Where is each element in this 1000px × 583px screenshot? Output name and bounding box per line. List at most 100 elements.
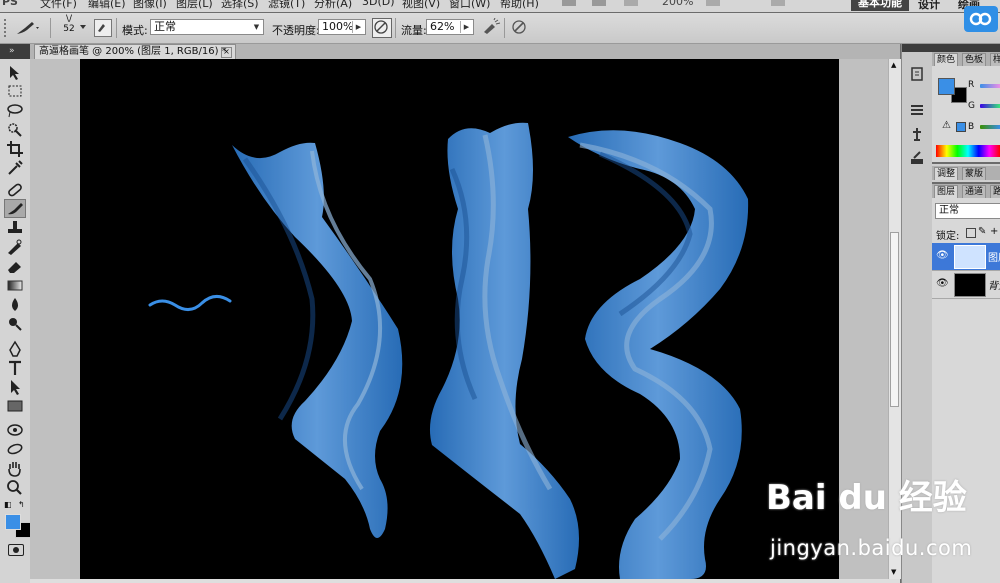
default-colors-icon[interactable]: ◧ bbox=[4, 500, 12, 509]
document-canvas[interactable] bbox=[80, 59, 839, 579]
tab-styles[interactable]: 样 bbox=[990, 53, 1000, 66]
history-panel-icon[interactable] bbox=[909, 66, 925, 85]
menu-select[interactable]: 选择(S) bbox=[221, 0, 259, 11]
layer-name[interactable]: 背景 bbox=[988, 277, 1000, 292]
crop-tool-icon[interactable] bbox=[4, 139, 26, 158]
channel-b-slider[interactable] bbox=[980, 125, 1000, 129]
dock-header[interactable] bbox=[902, 44, 932, 52]
pressure-size-icon[interactable] bbox=[510, 18, 528, 39]
brush-preset-icon[interactable] bbox=[14, 19, 40, 40]
pen-tool-icon[interactable] bbox=[4, 340, 26, 359]
screen-mode-icon[interactable] bbox=[706, 0, 720, 6]
foreground-color-swatch[interactable] bbox=[5, 514, 21, 530]
brush-panel-icon[interactable] bbox=[909, 102, 925, 121]
extras-icon[interactable] bbox=[771, 0, 785, 6]
hand-tool-icon[interactable] bbox=[4, 459, 26, 478]
tab-swatches[interactable]: 色板 bbox=[962, 53, 987, 66]
gradient-tool-icon[interactable] bbox=[4, 276, 26, 295]
eyedropper-tool-icon[interactable] bbox=[4, 158, 26, 177]
close-icon[interactable]: × bbox=[221, 47, 232, 58]
eye-icon[interactable]: 👁 bbox=[936, 278, 949, 289]
collapse-arrows-icon[interactable]: » bbox=[9, 46, 15, 56]
menu-view[interactable]: 视图(V) bbox=[402, 0, 440, 11]
healing-brush-tool-icon[interactable] bbox=[4, 180, 26, 199]
pressure-opacity-icon[interactable] bbox=[372, 18, 392, 38]
clone-source-icon[interactable] bbox=[909, 126, 925, 145]
scrollbar-thumb[interactable] bbox=[890, 232, 899, 407]
brush-picker[interactable]: \/ 52 bbox=[60, 14, 78, 34]
warning-icon[interactable]: ⚠ bbox=[942, 120, 951, 131]
workspace-design[interactable]: 设计 bbox=[918, 0, 940, 12]
channel-g-slider[interactable] bbox=[980, 104, 1000, 108]
3d-orbit-tool-icon[interactable] bbox=[4, 440, 26, 459]
menu-edit[interactable]: 编辑(E) bbox=[88, 0, 126, 11]
tab-masks[interactable]: 蒙版 bbox=[962, 167, 987, 180]
chevron-right-icon[interactable]: ▶ bbox=[352, 21, 364, 33]
panel-header[interactable] bbox=[932, 44, 1000, 52]
layer-row[interactable]: 👁 背景 bbox=[932, 271, 1000, 299]
menu-image[interactable]: 图像(I) bbox=[133, 0, 167, 11]
chevron-down-icon[interactable] bbox=[80, 25, 86, 29]
type-tool-icon[interactable] bbox=[4, 359, 26, 378]
workspace-essentials[interactable]: 基本功能 bbox=[851, 0, 909, 11]
brush-tool-icon[interactable] bbox=[4, 199, 26, 218]
baidu-cloud-icon[interactable] bbox=[964, 6, 998, 32]
gamut-swatch[interactable] bbox=[956, 122, 966, 132]
quick-select-tool-icon[interactable] bbox=[4, 120, 26, 139]
rectangle-tool-icon[interactable] bbox=[4, 397, 26, 416]
grip-handle[interactable] bbox=[4, 19, 12, 37]
menu-window[interactable]: 窗口(W) bbox=[449, 0, 490, 11]
lasso-tool-icon[interactable] bbox=[4, 101, 26, 120]
history-brush-tool-icon[interactable] bbox=[4, 238, 26, 257]
eraser-tool-icon[interactable] bbox=[4, 257, 26, 276]
brush-panel-toggle-icon[interactable] bbox=[94, 19, 112, 37]
blend-mode-select[interactable]: 正常 bbox=[935, 203, 1000, 219]
airbrush-icon[interactable] bbox=[481, 17, 501, 39]
minibridge-icon[interactable] bbox=[592, 0, 606, 6]
menu-file[interactable]: 文件(F) bbox=[40, 0, 77, 11]
bridge-icon[interactable] bbox=[562, 0, 576, 6]
toolbox-header[interactable]: » bbox=[0, 44, 30, 59]
swap-colors-icon[interactable]: ↰ bbox=[18, 500, 25, 509]
channel-r-slider[interactable] bbox=[980, 84, 1000, 88]
blur-tool-icon[interactable] bbox=[4, 295, 26, 314]
zoom-tool-icon[interactable] bbox=[4, 478, 26, 497]
lock-position-icon[interactable]: + bbox=[990, 226, 998, 237]
tab-paths[interactable]: 路 bbox=[990, 185, 1000, 198]
move-tool-icon[interactable] bbox=[4, 63, 26, 82]
flow-field[interactable]: 62% ▶ bbox=[426, 19, 474, 35]
dodge-tool-icon[interactable] bbox=[4, 314, 26, 333]
clone-stamp-tool-icon[interactable] bbox=[4, 219, 26, 238]
zoom-readout[interactable]: 200% bbox=[662, 0, 693, 8]
chevron-right-icon[interactable]: ▶ bbox=[460, 21, 472, 33]
layer-row[interactable]: 👁 图层 1 bbox=[932, 243, 1000, 271]
opacity-field[interactable]: 100% ▶ bbox=[318, 19, 366, 35]
scroll-up-icon[interactable]: ▲ bbox=[891, 61, 896, 69]
tab-adjustments[interactable]: 调整 bbox=[934, 167, 959, 180]
path-select-tool-icon[interactable] bbox=[4, 378, 26, 397]
marquee-tool-icon[interactable] bbox=[4, 82, 26, 101]
quick-mask-icon[interactable] bbox=[8, 544, 24, 556]
scroll-down-icon[interactable]: ▼ bbox=[891, 568, 896, 576]
horizontal-scrollbar[interactable] bbox=[30, 579, 900, 583]
layer-name[interactable]: 图层 1 bbox=[988, 249, 1000, 264]
document-tab[interactable]: 高逼格画笔 @ 200% (图层 1, RGB/16) * × bbox=[34, 44, 236, 59]
3d-rotate-tool-icon[interactable] bbox=[4, 421, 26, 440]
mode-select[interactable]: 正常 ▼ bbox=[150, 19, 264, 35]
lock-pixels-icon[interactable]: ✎ bbox=[978, 226, 986, 237]
eye-icon[interactable]: 👁 bbox=[936, 250, 949, 261]
tool-presets-icon[interactable] bbox=[909, 150, 925, 169]
menu-help[interactable]: 帮助(H) bbox=[500, 0, 539, 11]
canvas-area[interactable] bbox=[30, 59, 888, 579]
menu-layer[interactable]: 图层(L) bbox=[176, 0, 213, 11]
arrange-icon[interactable] bbox=[624, 0, 638, 6]
menu-3d[interactable]: 3D(D) bbox=[362, 0, 395, 8]
menu-analysis[interactable]: 分析(A) bbox=[314, 0, 352, 11]
foreground-color-chip[interactable] bbox=[938, 78, 955, 95]
color-spectrum-ramp[interactable] bbox=[936, 145, 1000, 157]
tab-color[interactable]: 颜色 bbox=[934, 53, 959, 66]
menu-filter[interactable]: 滤镜(T) bbox=[268, 0, 305, 11]
lock-transparency-icon[interactable] bbox=[966, 228, 976, 238]
tab-layers[interactable]: 图层 bbox=[934, 185, 959, 198]
tab-channels[interactable]: 通道 bbox=[962, 185, 987, 198]
